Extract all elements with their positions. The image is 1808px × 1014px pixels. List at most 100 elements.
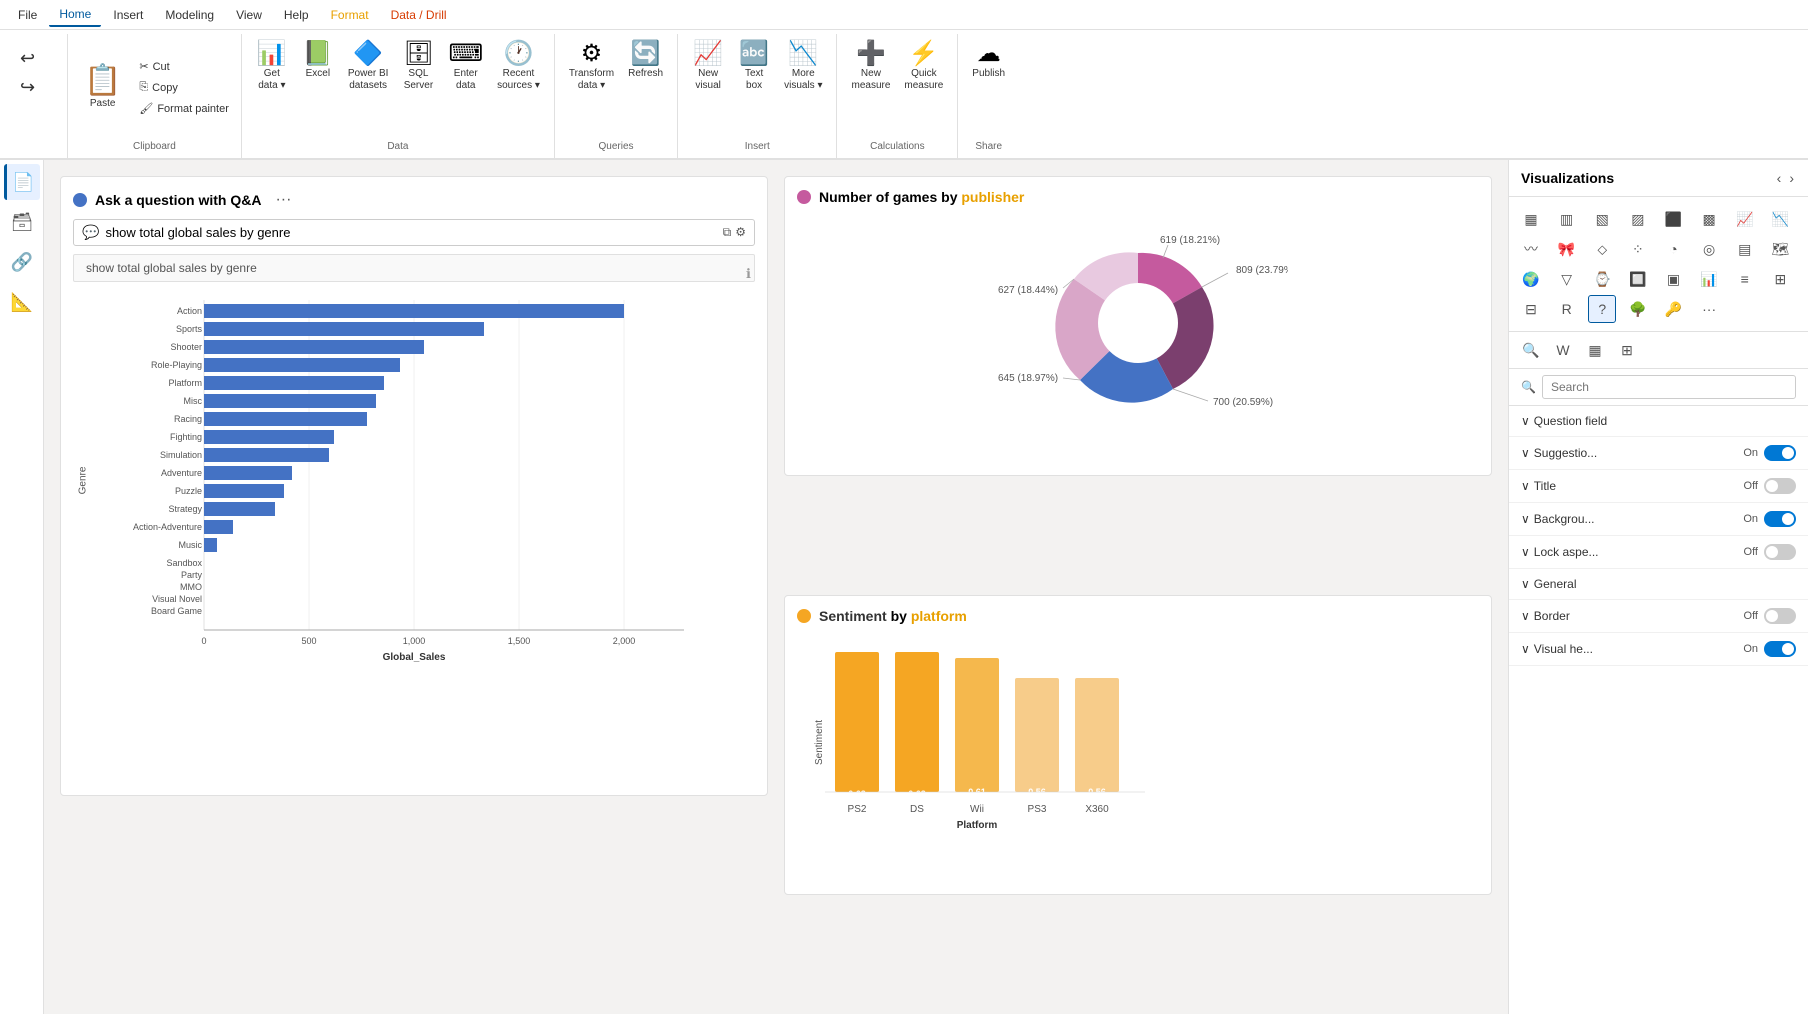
viz-r-visual[interactable]: R xyxy=(1553,295,1581,323)
excel-button[interactable]: 📗 Excel xyxy=(296,38,340,84)
filter-visual-header[interactable]: ∨ Visual he... On xyxy=(1509,633,1808,666)
viz-kpi[interactable]: 📊 xyxy=(1695,265,1723,293)
filter-title[interactable]: ∨ Title Off xyxy=(1509,470,1808,503)
title-toggle[interactable] xyxy=(1764,478,1796,494)
right-search-input[interactable] xyxy=(1542,375,1796,399)
data-group: 📊 Getdata ▾ 📗 Excel 🔷 Power BIdatasets 🗄… xyxy=(242,34,555,158)
menu-view[interactable]: View xyxy=(226,4,272,26)
viz-treemap[interactable]: ▤ xyxy=(1731,235,1759,263)
text-box-button[interactable]: 🔤 Textbox xyxy=(732,38,776,96)
qa-settings-icon[interactable]: ⚙ xyxy=(735,225,746,240)
sidebar-icon-report[interactable]: 📄 xyxy=(4,164,40,200)
viz-gauge[interactable]: ⌚ xyxy=(1588,265,1616,293)
suggestions-toggle[interactable] xyxy=(1764,445,1796,461)
get-data-button[interactable]: 📊 Getdata ▾ xyxy=(250,38,294,96)
viz-card[interactable]: 🔲 xyxy=(1624,265,1652,293)
question-field-row[interactable]: ∨ Question field xyxy=(1509,406,1808,437)
viz-ribbon[interactable]: 🎀 xyxy=(1553,235,1581,263)
cut-button[interactable]: ✂ Cut xyxy=(135,58,233,75)
viz-stacked-bar[interactable]: ▦ xyxy=(1517,205,1545,233)
viz-area[interactable]: 📉 xyxy=(1766,205,1794,233)
qa-search-input[interactable] xyxy=(105,225,716,240)
viz-text-icon-btn[interactable]: W xyxy=(1549,336,1577,364)
viz-100-stacked-bar[interactable]: ▧ xyxy=(1588,205,1616,233)
viz-decomp-tree[interactable]: 🌳 xyxy=(1624,295,1652,323)
viz-data-icon-btn[interactable]: ⊞ xyxy=(1613,336,1641,364)
lock-aspect-toggle-group: Off xyxy=(1744,544,1796,560)
panel-expand-button[interactable]: ‹ xyxy=(1775,168,1784,188)
refresh-button[interactable]: 🔄 Refresh xyxy=(622,38,669,84)
menu-data-drill[interactable]: Data / Drill xyxy=(381,4,457,26)
copy-button[interactable]: ⎘ Copy xyxy=(135,79,233,96)
menu-format[interactable]: Format xyxy=(321,4,379,26)
new-visual-button[interactable]: 📈 Newvisual xyxy=(686,38,730,96)
transform-data-button[interactable]: ⚙ Transformdata ▾ xyxy=(563,38,620,96)
filter-border[interactable]: ∨ Border Off xyxy=(1509,600,1808,633)
visual-header-toggle[interactable] xyxy=(1764,641,1796,657)
format-painter-button[interactable]: 🖌 Format painter xyxy=(135,100,233,117)
viz-waterfall[interactable]: ⬦ xyxy=(1588,235,1616,263)
viz-pie[interactable]: ◔ xyxy=(1660,235,1688,263)
viz-table[interactable]: ⊞ xyxy=(1766,265,1794,293)
viz-key-influencers[interactable]: 🔑 xyxy=(1660,295,1688,323)
menu-modeling[interactable]: Modeling xyxy=(155,4,224,26)
menu-insert[interactable]: Insert xyxy=(103,4,153,26)
filter-suggestions[interactable]: ∨ Suggestio... On xyxy=(1509,437,1808,470)
viz-funnel[interactable]: ▽ xyxy=(1553,265,1581,293)
viz-multi-row-card[interactable]: ▣ xyxy=(1660,265,1688,293)
right-search-icon: 🔍 xyxy=(1521,380,1536,394)
viz-more[interactable]: ··· xyxy=(1695,295,1723,323)
qa-more-button[interactable]: ··· xyxy=(269,189,297,211)
enter-data-button[interactable]: ⌨ Enterdata xyxy=(442,38,489,96)
viz-100-stacked-col[interactable]: ▩ xyxy=(1695,205,1723,233)
viz-map[interactable]: 🗺 xyxy=(1766,235,1794,263)
paste-button[interactable]: 📋 Paste xyxy=(76,62,129,114)
sidebar-icon-data[interactable]: 🗃 xyxy=(4,204,40,240)
refresh-icon: 🔄 xyxy=(631,42,661,66)
viz-donut[interactable]: ◎ xyxy=(1695,235,1723,263)
undo-button[interactable]: ↩ xyxy=(16,46,39,71)
info-icon[interactable]: ℹ xyxy=(746,266,751,282)
sql-server-button[interactable]: 🗄 SQLServer xyxy=(396,38,440,96)
redo-button[interactable]: ↪ xyxy=(16,75,39,100)
viz-clustered-bar[interactable]: ▥ xyxy=(1553,205,1581,233)
filter-lock-aspect[interactable]: ∨ Lock aspe... Off xyxy=(1509,536,1808,569)
recent-sources-button[interactable]: 🕐 Recentsources ▾ xyxy=(491,38,546,96)
viz-line-col[interactable]: 〰 xyxy=(1517,235,1545,263)
menu-file[interactable]: File xyxy=(8,4,47,26)
filter-background[interactable]: ∨ Backgrou... On xyxy=(1509,503,1808,536)
viz-filter-icon-btn[interactable]: ▦ xyxy=(1581,336,1609,364)
viz-clustered-col[interactable]: ⬛ xyxy=(1660,205,1688,233)
lock-aspect-toggle[interactable] xyxy=(1764,544,1796,560)
sidebar-icon-dax[interactable]: 📐 xyxy=(4,284,40,320)
recent-sources-icon: 🕐 xyxy=(504,42,534,66)
viz-filled-map[interactable]: 🌍 xyxy=(1517,265,1545,293)
viz-matrix[interactable]: ⊟ xyxy=(1517,295,1545,323)
svg-text:X360: X360 xyxy=(1085,804,1109,815)
filter-general[interactable]: ∨ General xyxy=(1509,569,1808,600)
menu-help[interactable]: Help xyxy=(274,4,319,26)
more-visuals-button[interactable]: 📉 Morevisuals ▾ xyxy=(778,38,828,96)
filter-visual-header-label: ∨ Visual he... xyxy=(1521,642,1593,656)
question-field-chevron: ∨ xyxy=(1521,414,1530,428)
lock-aspect-chevron: ∨ xyxy=(1521,545,1530,559)
viz-line[interactable]: 📈 xyxy=(1731,205,1759,233)
publish-button[interactable]: ☁ Publish xyxy=(966,38,1011,84)
sidebar-icon-model[interactable]: 🔗 xyxy=(4,244,40,280)
background-toggle[interactable] xyxy=(1764,511,1796,527)
viz-scatter[interactable]: ⁘ xyxy=(1624,235,1652,263)
viz-slicer[interactable]: ≡ xyxy=(1731,265,1759,293)
viz-qa-visual[interactable]: ? xyxy=(1588,295,1616,323)
border-toggle[interactable] xyxy=(1764,608,1796,624)
quick-measure-button[interactable]: ⚡ Quickmeasure xyxy=(898,38,949,96)
menu-home[interactable]: Home xyxy=(49,3,101,27)
qa-title-row: Ask a question with Q&A ··· xyxy=(73,189,755,211)
new-measure-button[interactable]: ➕ Newmeasure xyxy=(845,38,896,96)
qa-copy-icon[interactable]: ⧉ xyxy=(723,225,732,240)
viz-stacked-col[interactable]: ▨ xyxy=(1624,205,1652,233)
panel-collapse-button[interactable]: › xyxy=(1787,168,1796,188)
power-bi-datasets-button[interactable]: 🔷 Power BIdatasets xyxy=(342,38,395,96)
qa-suggestion[interactable]: show total global sales by genre xyxy=(73,254,755,282)
svg-text:Racing: Racing xyxy=(174,414,202,424)
viz-search-icon-btn[interactable]: 🔍 xyxy=(1517,336,1545,364)
